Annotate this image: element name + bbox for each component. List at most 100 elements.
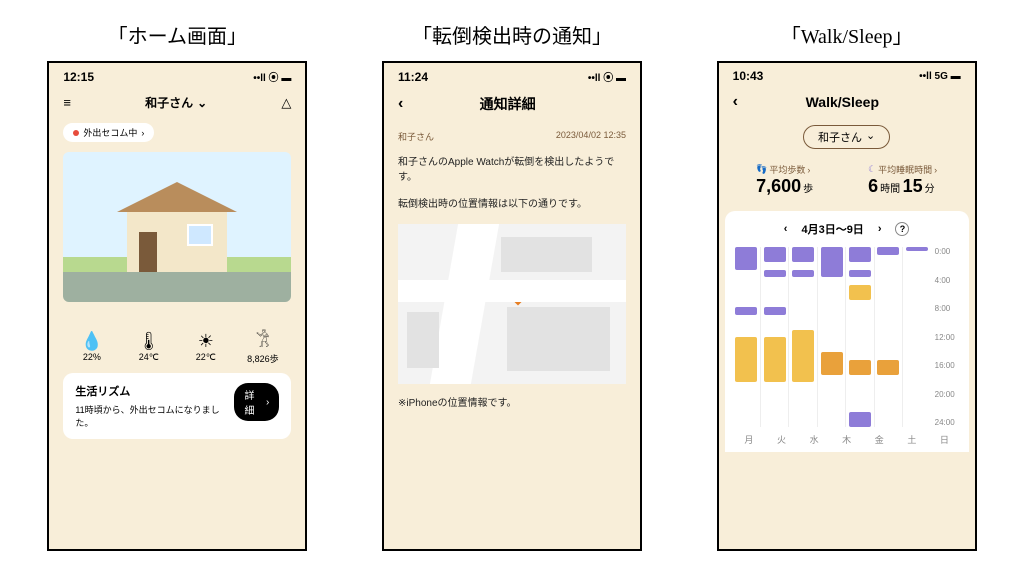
navbar-walksleep: ‹ Walk/Sleep — [719, 85, 975, 119]
signal-icon: ••ll ⦿ ▬ — [588, 69, 626, 84]
thermometer-icon: 🌡 — [125, 330, 173, 352]
chart-segment-sleep — [764, 270, 786, 278]
status-dot-icon — [73, 130, 79, 136]
chart-day-column — [789, 247, 817, 427]
signal-icon: ••ll ⦿ ▬ — [253, 69, 291, 84]
caption-home: 「ホーム画面」 — [108, 20, 247, 49]
stat-value: 7,600 — [756, 176, 801, 196]
back-button[interactable]: ‹ — [733, 93, 738, 111]
status-text: 外出セコム中 — [83, 126, 137, 139]
sun-icon: ☀ — [182, 330, 230, 352]
metrics-row: 💧 22% 🌡 24℃ ☀ 22℃ 𓀟 8,826歩 — [63, 330, 291, 365]
chart-day-column — [846, 247, 874, 427]
stat-sleep[interactable]: ☾平均睡眠時間› 6時間 15分 — [868, 163, 937, 197]
help-icon[interactable]: ? — [895, 222, 909, 236]
chart-segment-sleep — [849, 247, 871, 262]
chart-segment-walk — [821, 352, 843, 375]
navbar-notif: ‹ 通知詳細 — [384, 86, 640, 122]
chart-day-column — [761, 247, 789, 427]
y-tick: 20:00 — [935, 390, 961, 399]
range-prev-button[interactable]: ‹ — [784, 223, 788, 235]
metric-value: 24℃ — [139, 352, 159, 362]
x-tick: 火 — [765, 433, 798, 446]
chart-segment-walk — [735, 337, 757, 382]
signal-icon: ••ll 5G ▬ — [919, 71, 960, 82]
y-tick: 16:00 — [935, 361, 961, 370]
bell-icon[interactable]: △ — [281, 95, 291, 111]
chart-segment-sleep — [735, 307, 757, 315]
user-chip-label: 和子さん — [818, 129, 862, 145]
y-tick: 0:00 — [935, 247, 961, 256]
x-tick: 金 — [863, 433, 896, 446]
metric-value: 22% — [83, 352, 101, 362]
y-tick: 12:00 — [935, 333, 961, 342]
statusbar: 11:24 ••ll ⦿ ▬ — [384, 63, 640, 86]
chart-day-column — [733, 247, 761, 427]
chevron-right-icon: › — [141, 128, 144, 138]
chevron-down-icon: ⌄ — [866, 129, 875, 145]
metric-humidity[interactable]: 💧 22% — [68, 330, 116, 365]
y-tick: 8:00 — [935, 304, 961, 313]
stat-value-m: 15 — [903, 176, 923, 196]
chart-segment-walk — [792, 330, 814, 383]
chevron-right-icon: › — [266, 397, 269, 408]
clock: 10:43 — [733, 69, 764, 83]
chart-day-column — [903, 247, 930, 427]
chart-segment-sleep — [849, 270, 871, 278]
notif-timestamp: 2023/04/02 12:35 — [556, 130, 626, 143]
chart-segment-sleep — [792, 247, 814, 262]
navbar-home: ≡ 和子さん ⌄ △ — [49, 86, 305, 119]
user-chip[interactable]: 和子さん ⌄ — [803, 125, 890, 149]
metric-value: 8,826歩 — [247, 354, 279, 364]
detail-button[interactable]: 詳細 › — [234, 383, 279, 421]
chart-segment-walk — [877, 360, 899, 375]
statusbar: 10:43 ••ll 5G ▬ — [719, 63, 975, 85]
stat-unit: 歩 — [803, 184, 813, 195]
stat-label: 平均歩数 — [769, 163, 805, 176]
notif-footnote: ※iPhoneの位置情報です。 — [398, 396, 626, 411]
menu-icon[interactable]: ≡ — [63, 95, 71, 110]
rhythm-subtitle: 11時頃から、外出セコムになりました。 — [75, 403, 234, 429]
chart-segment-sleep — [849, 412, 871, 427]
range-label: 4月3日～9日 — [801, 221, 863, 237]
phone-notif: 11:24 ••ll ⦿ ▬ ‹ 通知詳細 和子さん 2023/04/02 12… — [382, 61, 642, 551]
map-pin-icon — [509, 289, 526, 306]
caption-notif: 「転倒検出時の通知」 — [412, 20, 612, 49]
metric-temp[interactable]: 🌡 24℃ — [125, 330, 173, 365]
back-button[interactable]: ‹ — [398, 95, 403, 113]
map-view[interactable] — [398, 224, 626, 384]
user-selector[interactable]: 和子さん ⌄ — [145, 94, 207, 111]
x-tick: 土 — [896, 433, 929, 446]
notif-message: 和子さんのApple Watchが転倒を検出したようです。 — [398, 155, 626, 185]
x-tick: 水 — [798, 433, 831, 446]
x-tick: 月 — [733, 433, 766, 446]
house-illustration — [63, 152, 291, 302]
y-tick: 24:00 — [935, 418, 961, 427]
droplet-icon: 💧 — [68, 330, 116, 352]
page-title: 通知詳細 — [480, 94, 536, 114]
chart-segment-sleep — [792, 270, 814, 278]
chart-segment-sleep — [877, 247, 899, 255]
detail-label: 詳細 — [244, 387, 264, 417]
y-tick: 4:00 — [935, 276, 961, 285]
walk-icon: 𓀟 — [239, 330, 287, 352]
moon-icon: ☾ — [868, 164, 876, 175]
walk-sleep-chart: ‹ 4月3日～9日 › ? 0:00 4:00 8:00 12:00 16:00 20:0… — [725, 211, 969, 452]
metric-weather[interactable]: ☀ 22℃ — [182, 330, 230, 365]
chart-segment-sleep — [764, 247, 786, 262]
caption-walksleep: 「Walk/Sleep」 — [781, 20, 913, 49]
stat-value-h: 6 — [868, 176, 878, 196]
range-next-button[interactable]: › — [878, 223, 882, 235]
footprint-icon: 👣 — [756, 164, 767, 175]
chart-segment-walk — [849, 360, 871, 375]
notif-location-heading: 転倒検出時の位置情報は以下の通りです。 — [398, 197, 626, 212]
page-title: Walk/Sleep — [806, 94, 879, 110]
stat-unit-m: 分 — [925, 184, 935, 195]
stat-steps[interactable]: 👣平均歩数› 7,600歩 — [756, 163, 813, 197]
phone-home: 12:15 ••ll ⦿ ▬ ≡ 和子さん ⌄ △ 外出セコム中 › 💧 — [47, 61, 307, 551]
chart-segment-sleep — [764, 307, 786, 315]
status-pill[interactable]: 外出セコム中 › — [63, 123, 154, 142]
rhythm-title: 生活リズム — [75, 383, 234, 399]
phone-walksleep: 10:43 ••ll 5G ▬ ‹ Walk/Sleep 和子さん ⌄ 👣平均歩… — [717, 61, 977, 551]
metric-steps[interactable]: 𓀟 8,826歩 — [239, 330, 287, 365]
